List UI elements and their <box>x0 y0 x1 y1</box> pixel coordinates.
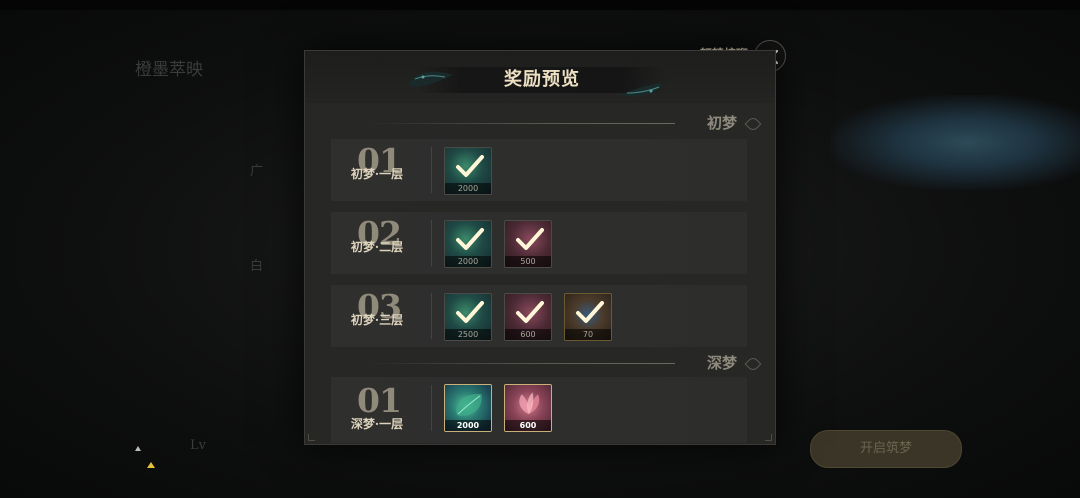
reward-item-green[interactable]: 2000 <box>444 384 492 432</box>
item-count: 600 <box>505 420 551 431</box>
bg-text-1: 广 <box>250 164 264 179</box>
row-floor-label: 初梦·二层 <box>350 240 404 254</box>
reward-item-pink[interactable]: 600 <box>504 293 552 341</box>
reward-item-gold[interactable]: 70 <box>564 293 612 341</box>
reward-row: 01 深梦·一层 2000 600 <box>331 377 747 443</box>
item-count: 600 <box>505 329 551 340</box>
checkmark-icon <box>516 301 544 323</box>
reward-preview-dialog: 奖励预览 初梦 01 初梦·一层 2000 02 初梦·二层 2000 500 <box>304 50 776 445</box>
section-label: 初梦 <box>706 114 737 132</box>
dialog-title: 奖励预览 <box>504 69 580 90</box>
eye-icon <box>744 115 762 133</box>
section-header-shenmeng: 深梦 <box>315 352 765 374</box>
eye-icon <box>744 355 762 373</box>
bg-start-button: 开启筑梦 <box>810 430 962 468</box>
item-count: 500 <box>505 256 551 267</box>
bg-star-icon <box>147 462 155 468</box>
frame-corner <box>765 434 772 441</box>
reward-row: 02 初梦·二层 2000 500 <box>331 212 747 274</box>
checkmark-icon <box>456 301 484 323</box>
checkmark-icon <box>576 301 604 323</box>
row-floor-label: 初梦·一层 <box>350 167 404 181</box>
row-floor-label: 初梦·三层 <box>350 313 404 327</box>
reward-row: 03 初梦·三层 2500 600 70 <box>331 285 747 347</box>
reward-row: 01 初梦·一层 2000 <box>331 139 747 201</box>
item-count: 2000 <box>445 256 491 267</box>
row-divider <box>431 220 432 266</box>
top-bar <box>0 0 1080 10</box>
item-count: 70 <box>565 329 611 340</box>
section-label: 深梦 <box>706 354 737 372</box>
item-count: 2000 <box>445 183 491 194</box>
item-count: 2500 <box>445 329 491 340</box>
reward-item-green[interactable]: 2500 <box>444 293 492 341</box>
section-header-chumeng: 初梦 <box>315 112 765 134</box>
leaf-icon <box>456 393 482 416</box>
item-count: 2000 <box>445 420 491 431</box>
reward-item-pink[interactable]: 600 <box>504 384 552 432</box>
bg-marker-icon <box>135 446 141 451</box>
checkmark-icon <box>456 228 484 250</box>
checkmark-icon <box>456 155 484 177</box>
reward-item-green[interactable]: 2000 <box>444 147 492 195</box>
flower-icon <box>519 392 540 414</box>
reward-item-green[interactable]: 2000 <box>444 220 492 268</box>
reward-item-pink[interactable]: 500 <box>504 220 552 268</box>
row-floor-label: 深梦·一层 <box>350 417 404 431</box>
bg-glow <box>830 95 1080 190</box>
checkmark-icon <box>516 228 544 250</box>
row-divider <box>431 147 432 193</box>
row-divider <box>431 385 432 431</box>
bg-text-2: 白 <box>250 259 264 274</box>
row-divider <box>431 293 432 339</box>
frame-corner <box>308 434 315 441</box>
bg-header-text: 橙墨萃映 <box>135 60 203 80</box>
bg-text-3: Lv <box>190 438 206 453</box>
